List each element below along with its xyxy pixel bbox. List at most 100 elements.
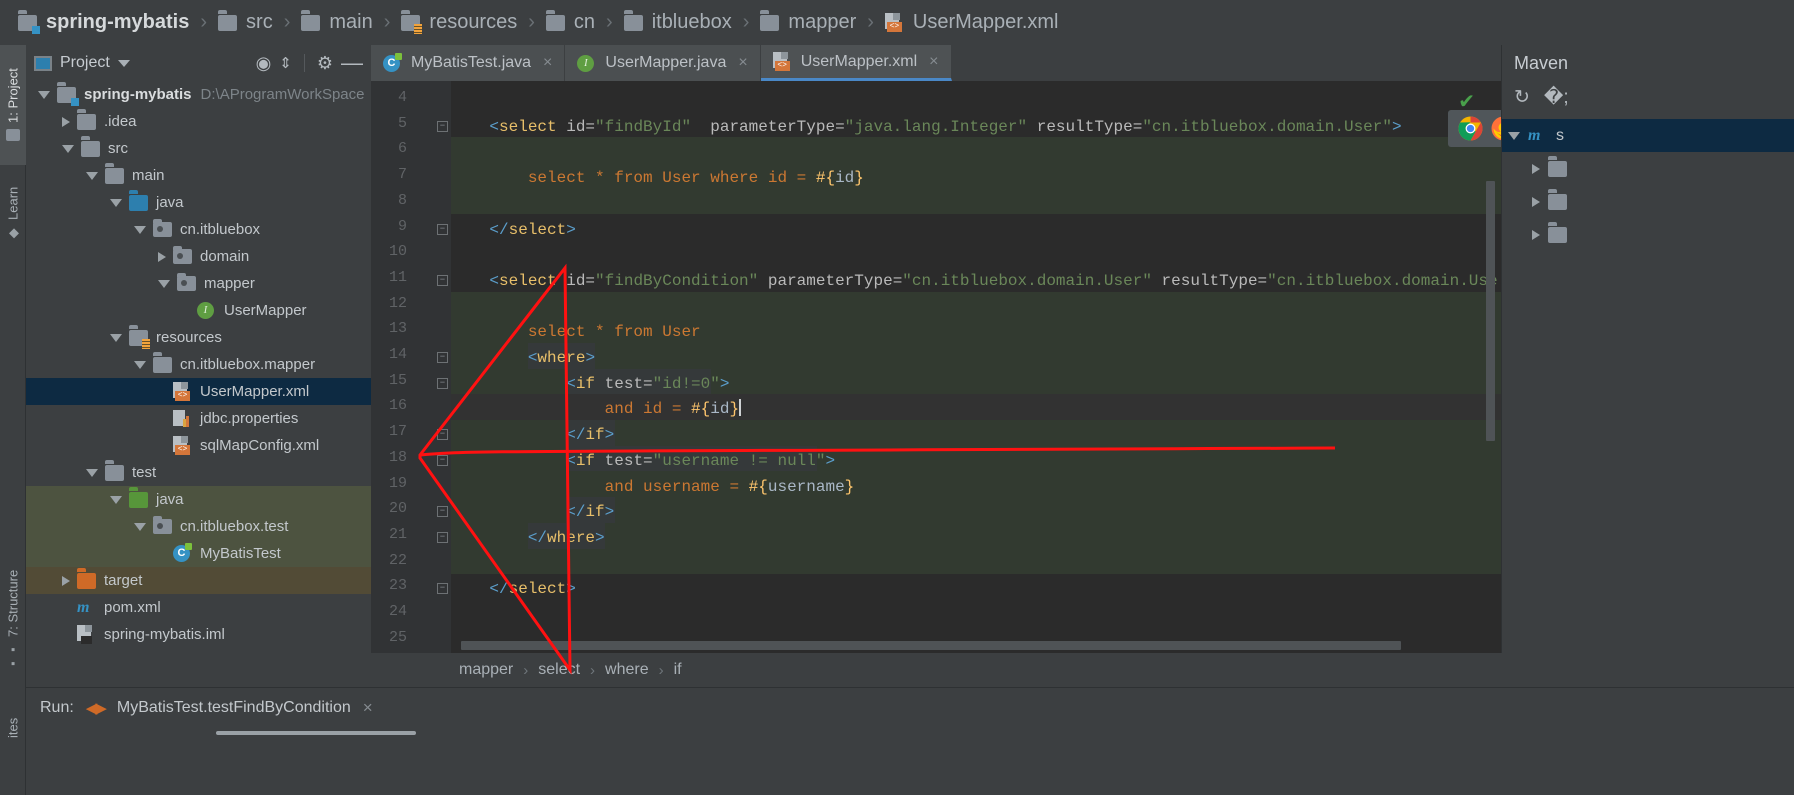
tree-item-target[interactable]: target	[26, 567, 371, 594]
tree-item-spring-mybatis[interactable]: spring-mybatis D:\AProgramWorkSpace	[26, 81, 371, 108]
code-fold-icon[interactable]: −	[437, 274, 448, 286]
run-config-name[interactable]: MyBatisTest.testFindByCondition	[117, 699, 351, 717]
code-fold-icon[interactable]: −	[437, 120, 448, 132]
chevron-down-icon[interactable]	[110, 333, 122, 342]
code-line[interactable]: </if>	[451, 500, 614, 526]
code-line[interactable]: <where>	[451, 346, 595, 372]
tree-item-mybatistest[interactable]: C MyBatisTest	[26, 540, 371, 567]
breadcrumb-item-cn[interactable]: cn	[545, 11, 595, 34]
code-line[interactable]: <if test="username != null">	[451, 449, 835, 475]
chevron-right-icon[interactable]	[62, 575, 70, 586]
tree-item-cn-itbluebox[interactable]: cn.itbluebox	[26, 216, 371, 243]
tree-item-java[interactable]: java	[26, 486, 371, 513]
tree-item-java[interactable]: java	[26, 189, 371, 216]
code-line[interactable]: <if test="id!=0">	[451, 372, 729, 398]
close-icon[interactable]: ×	[929, 53, 938, 71]
code-fold-icon[interactable]: −	[437, 583, 448, 595]
editor-breadcrumb-item-select[interactable]: select	[538, 661, 580, 679]
chevron-down-icon[interactable]	[38, 90, 50, 99]
code-line[interactable]: </select>	[451, 577, 575, 603]
maven-tree-row[interactable]	[1502, 152, 1794, 185]
tree-item-src[interactable]: src	[26, 135, 371, 162]
chevron-down-icon[interactable]	[134, 522, 146, 531]
sidebar-tab-favorites[interactable]: ites	[0, 693, 26, 763]
close-icon[interactable]: ×	[738, 54, 747, 72]
locate-target-icon[interactable]: ◉	[256, 54, 272, 72]
code-fold-icon[interactable]: −	[437, 429, 448, 441]
code-fold-icon[interactable]: −	[437, 352, 448, 363]
tree-item-usermapper-xml[interactable]: <> UserMapper.xml	[26, 378, 371, 405]
breadcrumb-item-mapper[interactable]: mapper	[760, 11, 856, 34]
code-line[interactable]: select * from User	[451, 320, 701, 346]
chevron-down-icon[interactable]	[134, 225, 146, 234]
tree-item-usermapper[interactable]: I UserMapper	[26, 297, 371, 324]
editor-tab-usermapper-java[interactable]: I UserMapper.java ×	[565, 45, 761, 81]
chevron-right-icon[interactable]	[62, 116, 70, 127]
tree-item-main[interactable]: main	[26, 162, 371, 189]
chevron-down-icon[interactable]	[158, 279, 170, 288]
code-line[interactable]: <select id="findByCondition" parameterTy…	[451, 269, 1497, 295]
code-line[interactable]: </if>	[451, 423, 614, 449]
tree-item-jdbc-properties[interactable]: jdbc.properties	[26, 405, 371, 432]
chevron-down-icon[interactable]	[86, 468, 98, 477]
refresh-icon[interactable]: ↻	[1514, 86, 1530, 109]
chrome-icon[interactable]	[1458, 116, 1483, 141]
code-fold-icon[interactable]: −	[437, 506, 448, 518]
code-line[interactable]: select * from User where id = #{id}	[451, 166, 864, 192]
gear-icon[interactable]: ⚙	[317, 54, 333, 72]
chevron-down-icon[interactable]	[110, 495, 122, 504]
editor-breadcrumb-item-mapper[interactable]: mapper	[459, 661, 513, 679]
chevron-down-icon[interactable]	[117, 59, 130, 67]
breadcrumb-item-itbluebox[interactable]: itbluebox	[623, 11, 732, 34]
breadcrumb-item-spring-mybatis[interactable]: spring-mybatis	[18, 11, 189, 34]
maven-tree-row[interactable]	[1502, 185, 1794, 218]
tree-item-cn-itbluebox-test[interactable]: cn.itbluebox.test	[26, 513, 371, 540]
maven-tree[interactable]: ms	[1502, 119, 1794, 251]
editor-breadcrumb-item-where[interactable]: where	[605, 661, 649, 679]
tree-item--idea[interactable]: .idea	[26, 108, 371, 135]
chevron-right-icon[interactable]	[158, 251, 166, 262]
close-icon[interactable]: ×	[363, 698, 373, 718]
editor-tab-usermapper-xml[interactable]: <> UserMapper.xml ×	[760, 45, 952, 81]
maven-tree-row[interactable]: ms	[1502, 119, 1794, 152]
chevron-right-icon[interactable]	[1532, 196, 1540, 207]
code-editor[interactable]: 4 5 − 6 7 8 9 − 10 11 − 12 13 14 − 15 − 16 17 − 18 − 19 20 − 21 − 2…	[371, 81, 1501, 653]
chevron-down-icon[interactable]	[134, 360, 146, 369]
code-fold-icon[interactable]: −	[437, 377, 448, 389]
breadcrumb-item-resources[interactable]: resources	[401, 11, 517, 34]
editor-tab-mybatistest-java[interactable]: C MyBatisTest.java ×	[371, 45, 566, 81]
close-icon[interactable]: ×	[543, 54, 552, 72]
sidebar-tab-learn[interactable]: ◆ Learn	[0, 169, 26, 259]
code-line[interactable]: and id = #{id}	[451, 397, 742, 423]
editor-breadcrumb-item-if[interactable]: if	[674, 661, 682, 679]
tree-item-domain[interactable]: domain	[26, 243, 371, 270]
sidebar-tab-structure[interactable]: ▪▪ 7: Structure	[0, 555, 26, 685]
breadcrumb-item-main[interactable]: main	[301, 11, 373, 34]
collapse-all-icon[interactable]: ⇕	[279, 56, 292, 71]
code-fold-icon[interactable]: −	[437, 454, 448, 466]
breadcrumb-item-src[interactable]: src	[218, 11, 273, 34]
code-line[interactable]: </select>	[451, 218, 575, 244]
editor-vertical-scrollbar[interactable]	[1486, 181, 1495, 441]
editor-gutter[interactable]: 4 5 − 6 7 8 9 − 10 11 − 12 13 14 − 15 − 16 17 − 18 − 19 20 − 21 − 2…	[371, 81, 451, 653]
chevron-down-icon[interactable]	[86, 171, 98, 180]
chevron-down-icon[interactable]	[1508, 131, 1520, 140]
project-tree[interactable]: spring-mybatis D:\AProgramWorkSpace .idea s…	[26, 81, 371, 653]
editor-code-area[interactable]: <select id="findById" parameterType="jav…	[451, 81, 1501, 653]
tree-item-resources[interactable]: resources	[26, 324, 371, 351]
tree-item-test[interactable]: test	[26, 459, 371, 486]
tree-item-cn-itbluebox-mapper[interactable]: cn.itbluebox.mapper	[26, 351, 371, 378]
tree-item-pom-xml[interactable]: m pom.xml	[26, 594, 371, 621]
code-line[interactable]: <select id="findById" parameterType="jav…	[451, 115, 1401, 141]
tree-item-mapper[interactable]: mapper	[26, 270, 371, 297]
tree-item-sqlmapconfig-xml[interactable]: <> sqlMapConfig.xml	[26, 432, 371, 459]
chevron-right-icon[interactable]	[1532, 163, 1540, 174]
maven-tree-row[interactable]	[1502, 218, 1794, 251]
code-line[interactable]: and username = #{username}	[451, 475, 855, 501]
code-fold-icon[interactable]: −	[437, 531, 448, 543]
tree-item-spring-mybatis-iml[interactable]: spring-mybatis.iml	[26, 621, 371, 648]
editor-horizontal-scrollbar[interactable]	[461, 641, 1401, 650]
breadcrumb-item-usermapper-xml[interactable]: <> UserMapper.xml	[884, 11, 1059, 34]
sidebar-tab-project[interactable]: 1: Project	[0, 45, 26, 165]
chevron-right-icon[interactable]	[1532, 229, 1540, 240]
